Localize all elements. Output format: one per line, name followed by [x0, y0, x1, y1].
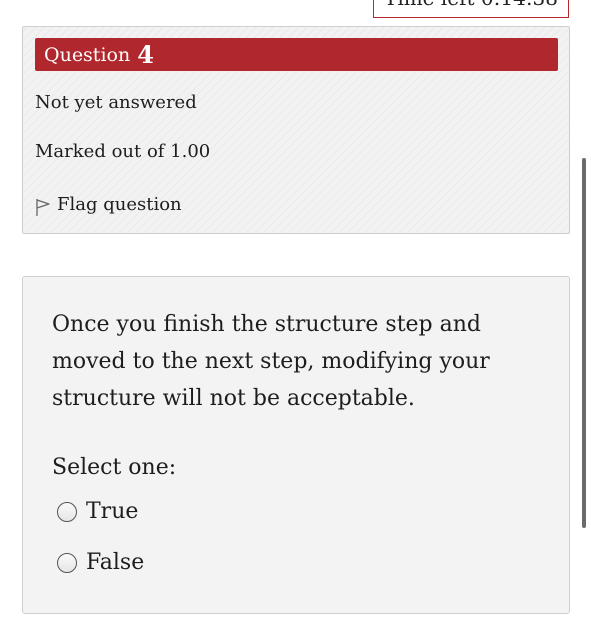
timer-box: Time left 0:14:38 [373, 0, 569, 18]
select-one-prompt: Select one: [52, 455, 177, 480]
answer-label-true: True [86, 499, 139, 524]
answer-label-false: False [86, 550, 145, 575]
question-label: Question [44, 43, 131, 66]
vertical-scrollbar[interactable] [582, 158, 586, 528]
question-number: 4 [137, 40, 154, 69]
question-state: Not yet answered [35, 92, 197, 113]
question-info-card: Question 4 Not yet answered Marked out o… [22, 26, 570, 234]
flag-question-button[interactable]: Flag question [35, 191, 182, 217]
question-text: Once you finish the structure step and m… [52, 312, 490, 411]
question-grade: Marked out of 1.00 [35, 141, 211, 162]
question-content-card: Once you finish the structure step and m… [22, 276, 570, 614]
answer-option-false[interactable]: False [57, 550, 144, 575]
question-number-header: Question 4 [35, 38, 558, 71]
radio-false[interactable] [57, 552, 77, 573]
timer-text: Time left 0:14:38 [384, 0, 558, 10]
flag-icon [36, 199, 50, 216]
flag-question-label: Flag question [57, 193, 182, 215]
answer-option-true[interactable]: True [57, 499, 138, 524]
radio-true[interactable] [57, 501, 77, 522]
